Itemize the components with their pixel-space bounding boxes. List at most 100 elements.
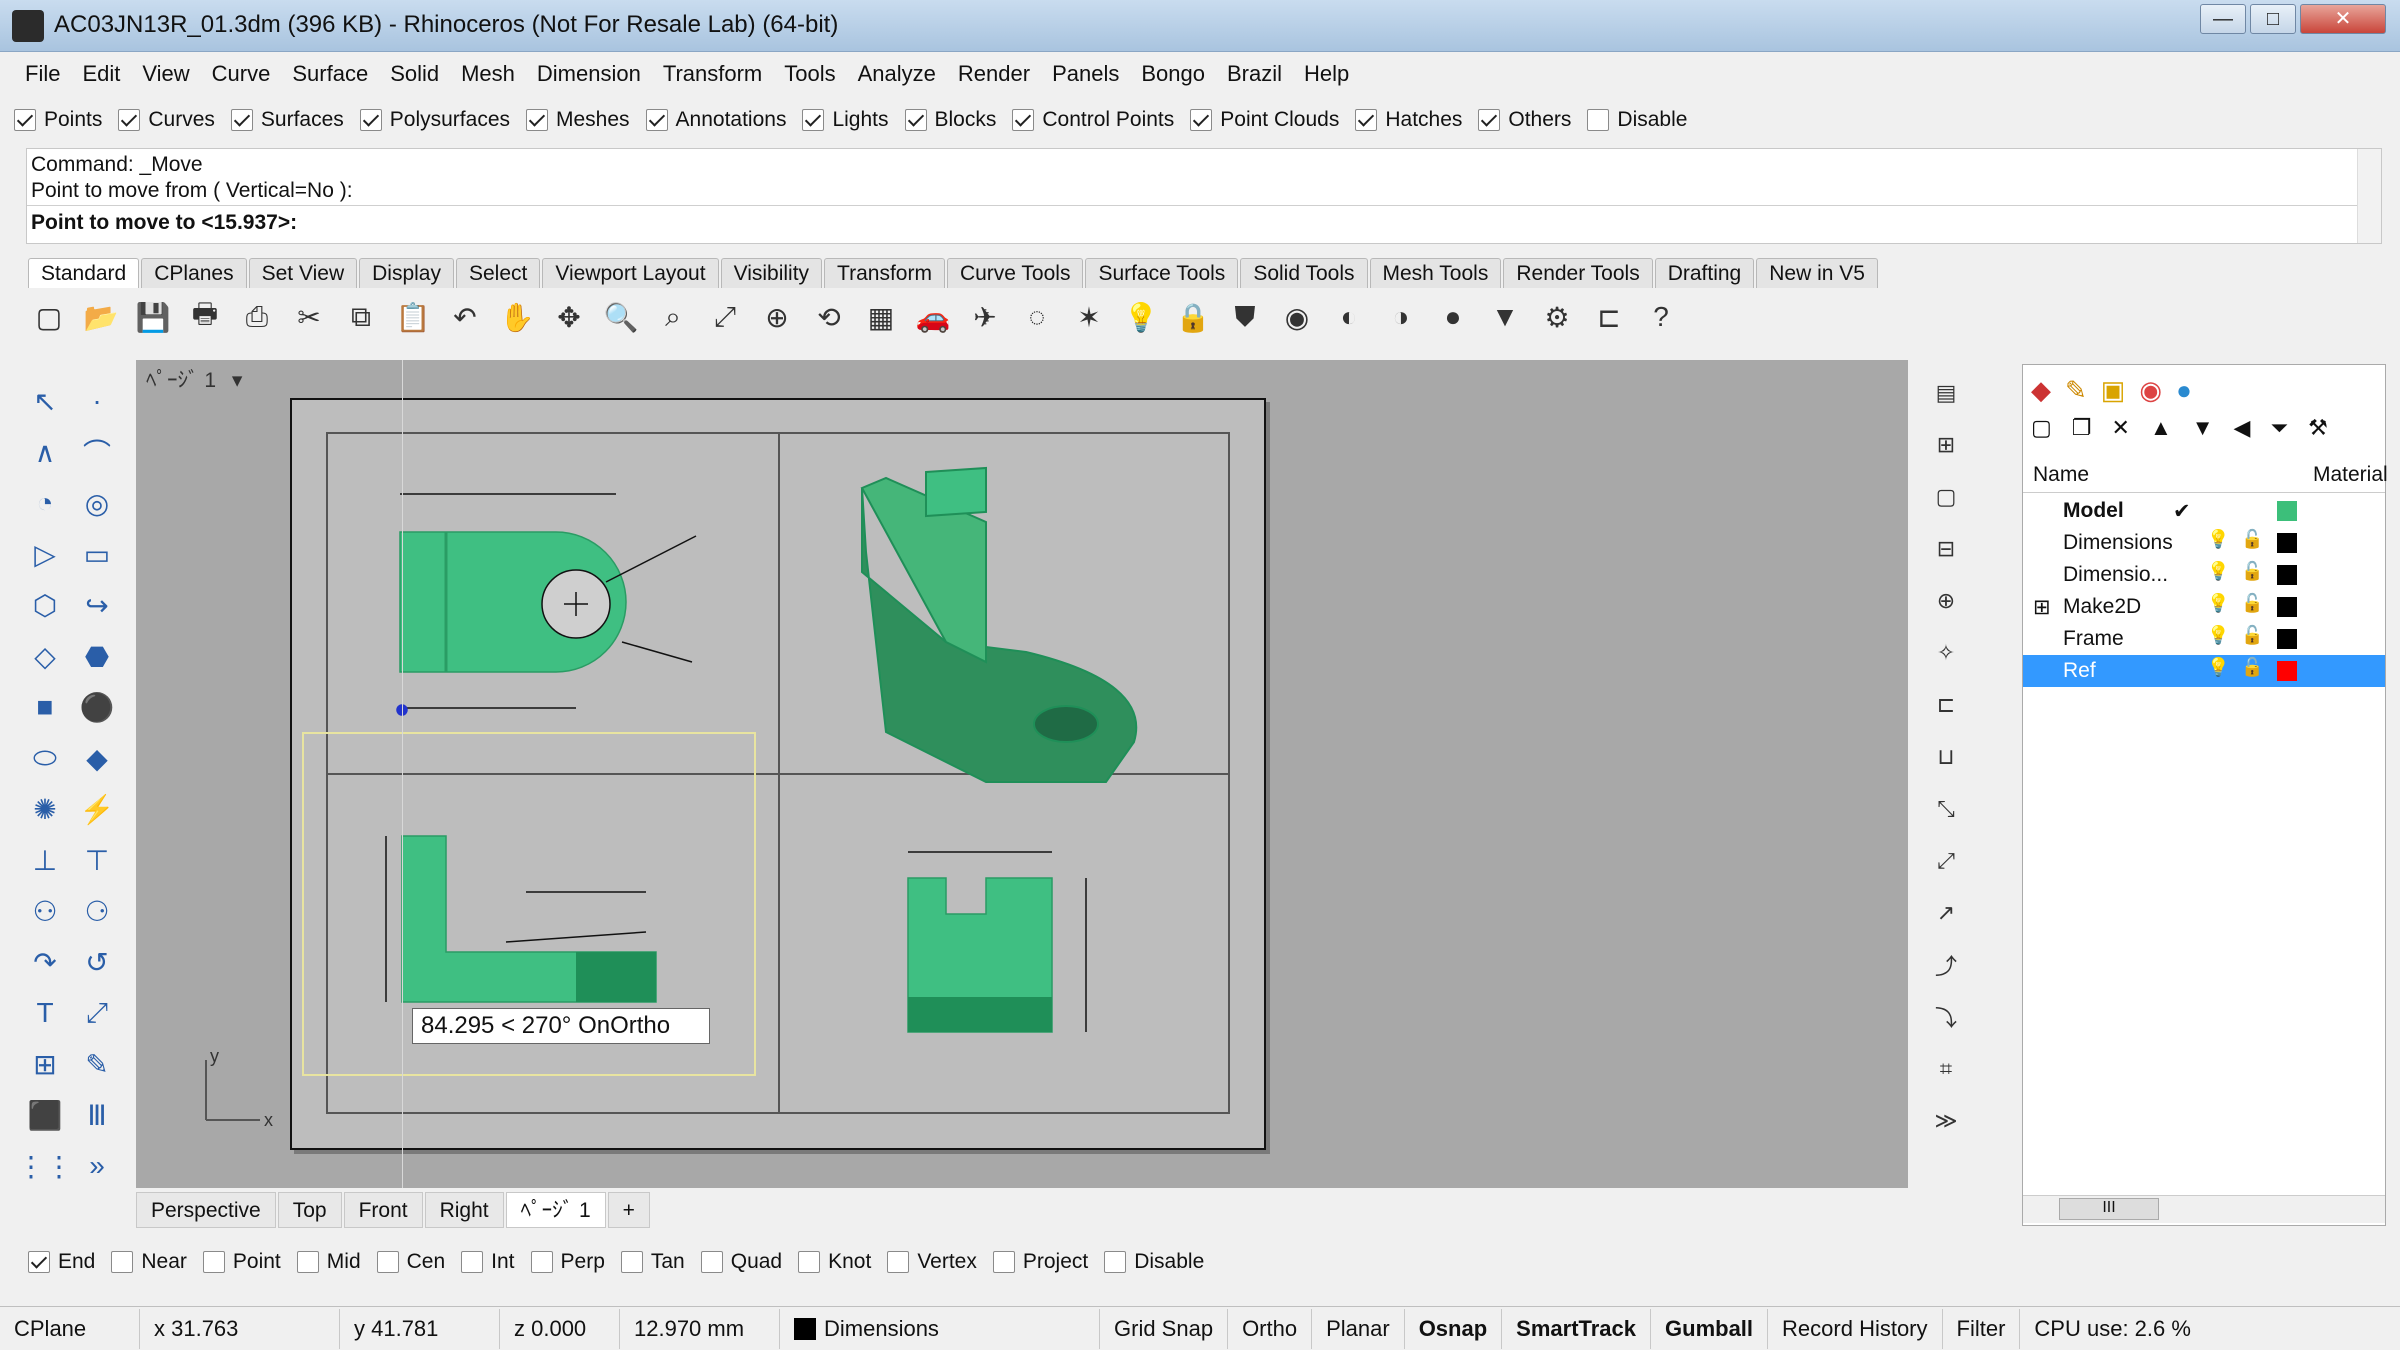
tab-standard[interactable]: Standard — [28, 258, 140, 288]
chevron-down-icon[interactable]: ▾ — [232, 369, 243, 392]
tab-mesh-tools[interactable]: Mesh Tools — [1369, 258, 1502, 288]
layer-row-model[interactable]: Model ✔ — [2023, 495, 2385, 527]
filter-points[interactable]: Points — [14, 108, 102, 132]
open-icon[interactable]: 📂 — [80, 296, 122, 338]
arc-icon[interactable]: ↪ — [74, 582, 120, 628]
light-icon[interactable]: 💡 — [1120, 296, 1162, 338]
edit-icon[interactable]: ✎ — [74, 1041, 120, 1087]
lightbulb-icon[interactable]: 💡 — [2207, 529, 2229, 550]
osnap-near[interactable]: Near — [111, 1250, 187, 1274]
layer-row-dimensions[interactable]: Dimensions 💡 🔓 — [2023, 527, 2385, 559]
checkbox[interactable] — [359, 109, 382, 131]
scroll-thumb[interactable]: III — [2059, 1198, 2159, 1220]
tab-select[interactable]: Select — [455, 258, 541, 288]
osnap-knot[interactable]: Knot — [798, 1250, 871, 1274]
checkbox[interactable] — [230, 109, 253, 131]
transform-icon[interactable]: ✺ — [22, 786, 68, 832]
tab-set-view[interactable]: Set View — [248, 258, 358, 288]
polygon-icon[interactable]: ▷ — [22, 531, 68, 577]
layer-row-make2d[interactable]: ⊞ Make2D 💡 🔓 — [2023, 591, 2385, 623]
viewport-tab-4[interactable]: ﾍﾟｰｼﾞ 1 — [505, 1192, 606, 1228]
dimension-icon[interactable]: ⊥ — [22, 837, 68, 883]
new-sublayer-icon[interactable]: ❐ — [2072, 415, 2092, 447]
toggle-filter[interactable]: Filter — [1943, 1308, 2021, 1349]
current-layer[interactable]: Dimensions — [780, 1308, 1100, 1349]
text-icon[interactable]: ⊤ — [74, 837, 120, 883]
grid-icon[interactable]: ⋮⋮ — [17, 1143, 73, 1189]
menu-brazil[interactable]: Brazil — [1216, 56, 1293, 92]
plane-icon[interactable]: ◆ — [74, 735, 120, 781]
tab-drafting[interactable]: Drafting — [1654, 258, 1755, 288]
color-wheel-icon[interactable]: ◉ — [1276, 296, 1318, 338]
toggle-ortho[interactable]: Ortho — [1228, 1308, 1313, 1349]
analyze-icon[interactable]: ⚡ — [74, 786, 120, 832]
expand-icon[interactable]: ⊞ — [2033, 595, 2051, 620]
menu-dimension[interactable]: Dimension — [526, 56, 652, 92]
tab-display[interactable]: Display — [359, 258, 454, 288]
move-icon[interactable]: ✥ — [548, 296, 590, 338]
hexagon-icon[interactable]: ⬡ — [22, 582, 68, 628]
menu-file[interactable]: File — [14, 56, 71, 92]
lock-icon[interactable]: 🔓 — [2241, 529, 2263, 550]
right-tool-icon[interactable]: ↗ — [1922, 890, 1970, 936]
boolean-icon[interactable]: ⚫ — [74, 684, 120, 730]
tab-curve-tools[interactable]: Curve Tools — [946, 258, 1084, 288]
checkbox[interactable] — [798, 1251, 821, 1273]
tab-surface-tools[interactable]: Surface Tools — [1085, 258, 1239, 288]
cplane-label[interactable]: CPlane — [0, 1308, 140, 1349]
snap-icon[interactable]: ◌ — [1016, 296, 1058, 338]
zoom-window-icon[interactable]: ⌕ — [652, 296, 694, 338]
render-icon[interactable]: ⚆ — [74, 888, 120, 934]
render-icon[interactable]: ✈ — [964, 296, 1006, 338]
point-icon[interactable]: · — [74, 378, 120, 424]
checkbox[interactable] — [645, 109, 668, 131]
folder-icon[interactable]: ▣ — [2101, 375, 2126, 411]
right-tool-icon[interactable]: ⊏ — [1922, 682, 1970, 728]
lightbulb-icon[interactable]: 💡 — [2207, 625, 2229, 646]
sphere-icon[interactable]: ● — [2176, 375, 2192, 411]
tab-solid-tools[interactable]: Solid Tools — [1240, 258, 1368, 288]
osnap-cen[interactable]: Cen — [376, 1250, 445, 1274]
checkbox[interactable] — [376, 1251, 399, 1273]
checkbox[interactable] — [202, 1251, 225, 1273]
layer-scrollbar[interactable]: III — [2023, 1195, 2385, 1223]
osnap-mid[interactable]: Mid — [296, 1250, 361, 1274]
rotate-view-icon[interactable]: ⟲ — [808, 296, 850, 338]
lightbulb-icon[interactable]: 💡 — [2207, 657, 2229, 678]
right-tool-icon[interactable]: ⊟ — [1922, 526, 1970, 572]
maximize-button[interactable]: □ — [2250, 4, 2296, 34]
extrude-icon[interactable]: ⬣ — [74, 633, 120, 679]
right-tool-icon[interactable]: ⊕ — [1922, 578, 1970, 624]
layer-row-dimensio-[interactable]: Dimensio... 💡 🔓 — [2023, 559, 2385, 591]
rendered-icon[interactable]: ◑ — [1380, 296, 1422, 338]
viewport-tab-3[interactable]: Right — [424, 1192, 504, 1228]
filter-polysurfaces[interactable]: Polysurfaces — [359, 108, 510, 132]
rotate-icon[interactable]: ↺ — [74, 939, 120, 985]
toggle-osnap[interactable]: Osnap — [1405, 1308, 1503, 1349]
right-tool-icon[interactable]: ✧ — [1922, 630, 1970, 676]
menu-render[interactable]: Render — [947, 56, 1041, 92]
tab-cplanes[interactable]: CPlanes — [141, 258, 247, 288]
viewport-title[interactable]: ﾍﾟｰｼﾞ 1 ▾ — [146, 364, 266, 394]
menu-curve[interactable]: Curve — [201, 56, 282, 92]
zoom-icon[interactable]: 🔍 — [600, 296, 642, 338]
menu-edit[interactable]: Edit — [71, 56, 131, 92]
toggle-gumball[interactable]: Gumball — [1651, 1308, 1769, 1349]
checkbox[interactable] — [296, 1251, 319, 1273]
filter-disable[interactable]: Disable — [1587, 108, 1687, 132]
checkbox[interactable] — [802, 109, 825, 131]
checkbox[interactable] — [1104, 1251, 1127, 1273]
properties-icon[interactable]: ◆ — [2031, 375, 2051, 411]
osnap-vertex[interactable]: Vertex — [887, 1250, 977, 1274]
layer-color-swatch[interactable] — [2277, 597, 2297, 617]
filter-point-clouds[interactable]: Point Clouds — [1190, 108, 1339, 132]
color-wheel-icon[interactable]: ◉ — [2139, 375, 2162, 411]
toggle-smarttrack[interactable]: SmartTrack — [1502, 1308, 1652, 1349]
right-tool-icon[interactable]: ⤴ — [1922, 942, 1970, 988]
layer-row-ref[interactable]: Ref 💡 🔓 — [2023, 655, 2385, 687]
import-icon[interactable]: ⎙ — [236, 296, 278, 338]
right-tool-icon[interactable]: ▢ — [1922, 474, 1970, 520]
right-tool-icon[interactable]: ⤡ — [1922, 786, 1970, 832]
layer-color-swatch[interactable] — [2277, 629, 2297, 649]
menu-solid[interactable]: Solid — [379, 56, 450, 92]
